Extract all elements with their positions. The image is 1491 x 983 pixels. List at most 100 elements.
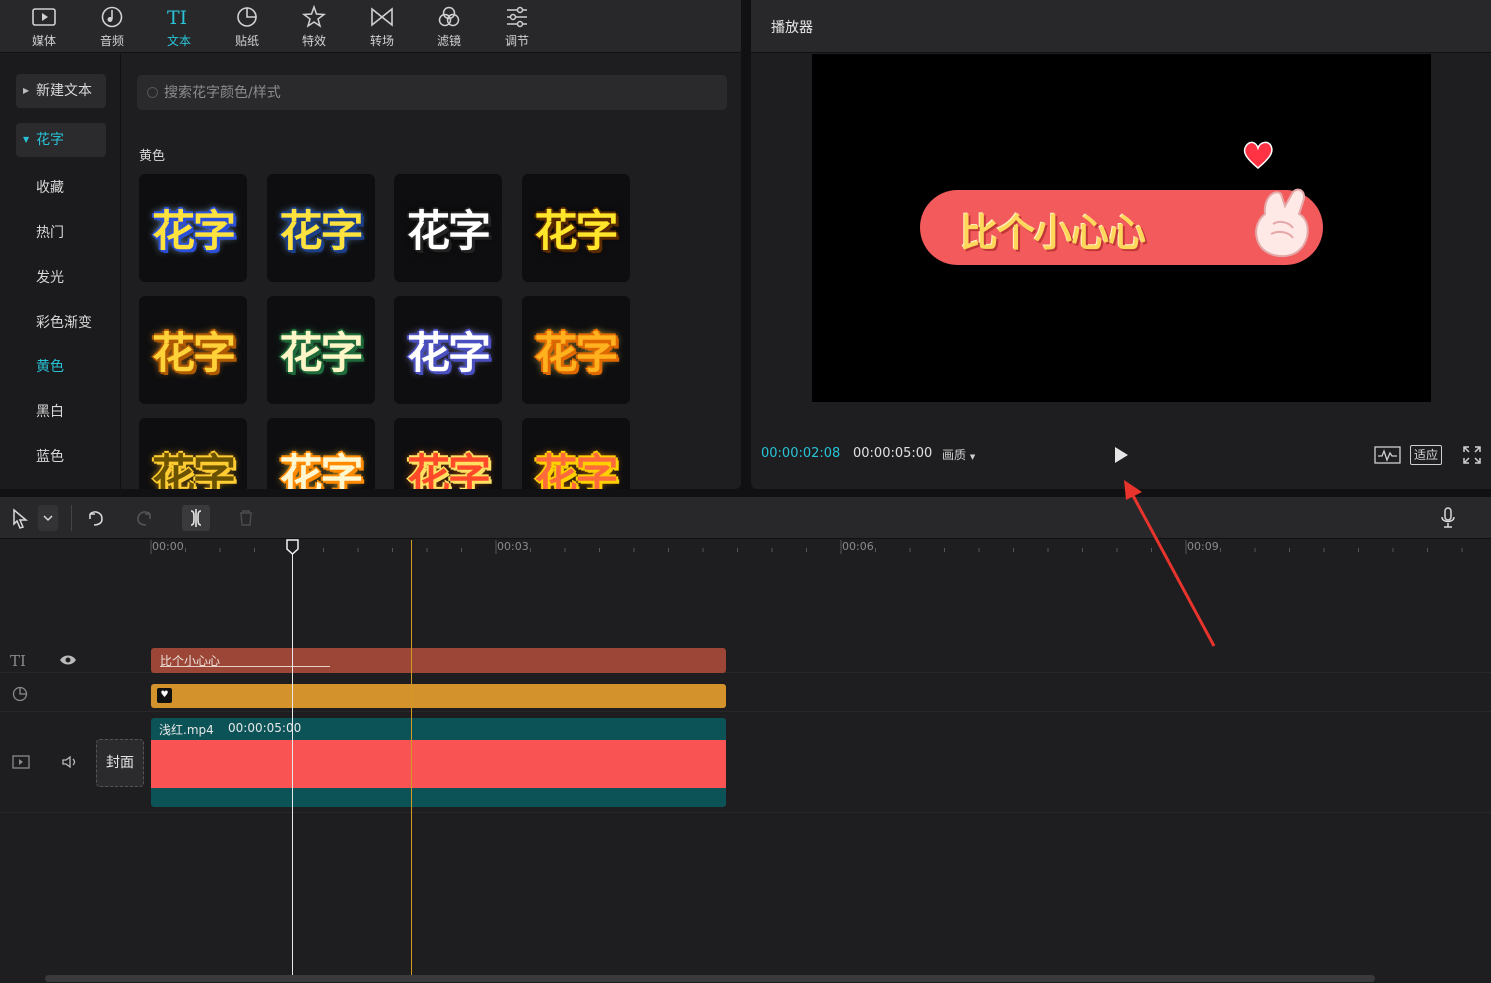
total-duration: 00:00:05:00 — [853, 446, 933, 461]
horizontal-scrollbar[interactable] — [45, 975, 1375, 982]
preset-text: 花字 — [407, 451, 491, 489]
sidebar-item-label: 新建文本 — [36, 83, 92, 99]
sticker-icon — [237, 7, 257, 27]
svg-text:TI: TI — [167, 7, 187, 29]
sticker-clip[interactable]: ♥ — [151, 684, 726, 708]
microphone-icon[interactable] — [1437, 505, 1459, 531]
tab-filter[interactable]: 滤镜 — [419, 0, 479, 53]
eye-icon[interactable] — [59, 652, 77, 668]
redo-icon[interactable] — [134, 505, 156, 531]
preview-canvas[interactable]: 比个小心心 — [812, 54, 1431, 402]
cover-button[interactable]: 封面 — [96, 739, 144, 787]
playhead-handle[interactable] — [286, 539, 299, 555]
preset-tile[interactable]: 花字 — [139, 296, 247, 404]
sidebar-item-blue[interactable]: 蓝色 — [16, 440, 106, 474]
text-track-icon: TI — [10, 652, 26, 669]
preset-tile[interactable]: 花字 — [139, 174, 247, 282]
ruler-ticks — [150, 540, 1463, 554]
transition-icon — [371, 7, 393, 27]
tab-label: 媒体 — [31, 34, 56, 48]
tab-text[interactable]: TI 文本 — [149, 0, 209, 53]
text-clip[interactable]: 比个小心心 — [151, 648, 726, 673]
sticker-text: 比个小心心 — [960, 211, 1146, 255]
text-clip-body — [151, 648, 726, 673]
adjust-icon — [507, 6, 527, 28]
sidebar-item-fancy-text[interactable]: ▼ 花字 — [16, 123, 106, 157]
waveform-button[interactable] — [1374, 445, 1401, 465]
preset-text: 花字 — [152, 329, 236, 379]
sidebar-item-hot[interactable]: 热门 — [16, 216, 106, 250]
playhead[interactable] — [292, 545, 293, 975]
tick-label: 00:09 — [1187, 540, 1219, 553]
quality-label: 画质 — [942, 448, 967, 462]
preset-text: 花字 — [534, 329, 619, 379]
category-sidebar: ▶ 新建文本 ▼ 花字 收藏 热门 发光 彩色渐变 黄色 黑白 蓝色 — [0, 54, 121, 489]
preset-text: 花字 — [152, 207, 236, 257]
current-time: 00:00:02:08 — [761, 446, 841, 461]
tab-sticker[interactable]: 贴纸 — [217, 0, 277, 53]
text-icon: TI — [167, 7, 187, 29]
sidebar-item-favorites[interactable]: 收藏 — [16, 171, 106, 205]
preset-text: 花字 — [279, 207, 364, 257]
filter-icon — [438, 6, 460, 27]
new-text-button[interactable]: ▶ 新建文本 — [16, 74, 106, 108]
sidebar-item-yellow[interactable]: 黄色 — [16, 350, 106, 384]
time-ruler[interactable]: 00:00 00:03 00:06 00:09 — [0, 540, 1491, 562]
search-input[interactable] — [164, 75, 714, 110]
tab-audio[interactable]: 音频 — [82, 0, 142, 53]
player-title: 播放器 — [771, 20, 813, 36]
sidebar-item-black-white[interactable]: 黑白 — [16, 395, 106, 429]
preset-tile[interactable]: 花字 — [266, 418, 375, 489]
sidebar-item-label: 热门 — [36, 225, 64, 241]
timeline-toolbar — [0, 497, 1491, 539]
timeline-panel: 00:00 00:03 00:06 00:09 TI 比个小心心 ♥ 封面 浅红… — [0, 497, 1491, 983]
cursor-select-icon[interactable] — [10, 505, 30, 531]
preset-text: 花字 — [152, 451, 236, 489]
preset-text: 花字 — [407, 207, 491, 257]
fullscreen-icon[interactable] — [1462, 445, 1482, 465]
chevron-down-icon[interactable] — [38, 505, 58, 531]
tick-label: 00:03 — [497, 540, 529, 553]
tab-adjust[interactable]: 调节 — [487, 0, 547, 53]
preset-tile[interactable]: 花字 — [394, 296, 502, 404]
preset-tile[interactable]: 花字 — [394, 418, 502, 489]
tab-label: 文本 — [166, 34, 191, 48]
quality-dropdown[interactable]: 画质 ▼ — [942, 446, 975, 463]
sidebar-item-label: 黑白 — [36, 404, 64, 420]
preset-tile[interactable]: 花字 — [521, 418, 630, 489]
preset-tile[interactable]: 花字 — [521, 296, 630, 404]
heart-icon — [1243, 141, 1273, 169]
fit-button[interactable]: 适应 — [1410, 445, 1442, 465]
undo-icon[interactable] — [84, 505, 106, 531]
preset-tile[interactable]: 花字 — [266, 296, 375, 404]
preset-tile[interactable]: 花字 — [139, 418, 247, 489]
sticker-thumb-icon: ♥ — [157, 688, 172, 703]
sidebar-item-gradient[interactable]: 彩色渐变 — [16, 306, 106, 340]
sticker-banner[interactable]: 比个小心心 — [920, 188, 1323, 265]
split-icon[interactable] — [182, 505, 210, 531]
tab-label: 特效 — [301, 34, 326, 48]
delete-icon[interactable] — [236, 505, 256, 531]
caret-right-icon: ▶ — [23, 86, 30, 95]
sidebar-item-glow[interactable]: 发光 — [16, 261, 106, 295]
preset-tile[interactable]: 花字 — [394, 174, 502, 282]
preset-tile[interactable]: 花字 — [266, 174, 375, 282]
preset-text: 花字 — [534, 207, 619, 257]
caret-down-icon: ▼ — [23, 135, 30, 144]
animation-line — [160, 666, 330, 667]
play-button[interactable] — [1112, 445, 1130, 465]
sidebar-item-label: 蓝色 — [36, 449, 64, 465]
tab-media[interactable]: 媒体 — [14, 0, 74, 53]
sticker-track-icon — [12, 686, 28, 702]
speaker-icon[interactable] — [61, 755, 79, 769]
tab-label: 音频 — [99, 34, 124, 48]
tick-label: 00:06 — [842, 540, 874, 553]
sidebar-item-label: 发光 — [36, 270, 64, 286]
tab-effects[interactable]: 特效 — [284, 0, 344, 53]
video-clip[interactable]: 浅红.mp4 00:00:05:00 — [151, 718, 726, 807]
tick-label: 00:00 — [152, 540, 184, 553]
preset-tile[interactable]: 花字 — [521, 174, 630, 282]
tab-transition[interactable]: 转场 — [352, 0, 412, 53]
sticker-clip-body — [151, 684, 726, 708]
finger-heart-hand-icon — [1255, 188, 1309, 258]
